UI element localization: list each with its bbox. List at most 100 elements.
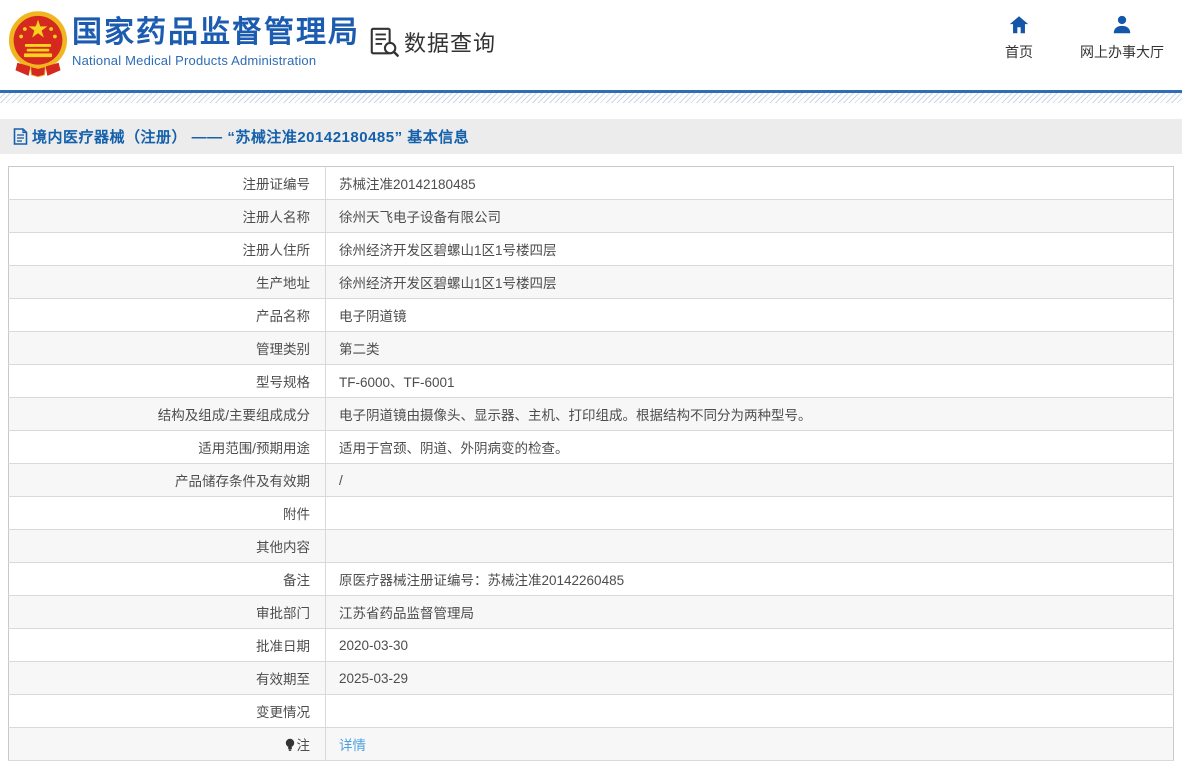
field-value <box>326 497 1174 530</box>
field-value-text: 2020-03-30 <box>339 638 408 653</box>
table-row: 注册人住所 徐州经济开发区碧螺山1区1号楼四层 <box>9 233 1174 266</box>
field-label: 适用范围/预期用途 <box>9 431 326 464</box>
field-label: 附件 <box>9 497 326 530</box>
header-divider-stripe <box>0 90 1182 103</box>
field-value: 徐州经济开发区碧螺山1区1号楼四层 <box>326 266 1174 299</box>
field-label-text: 批准日期 <box>256 639 310 654</box>
field-value-text: 电子阴道镜 <box>339 309 407 324</box>
field-value: 第二类 <box>326 332 1174 365</box>
table-row: 产品名称 电子阴道镜 <box>9 299 1174 332</box>
table-row: 注 详情 <box>9 728 1174 761</box>
field-value-text: 第二类 <box>339 342 380 357</box>
field-value <box>326 530 1174 563</box>
page-title: 境内医疗器械（注册） —— “苏械注准20142180485” 基本信息 <box>32 126 469 147</box>
field-label-text: 注册人名称 <box>243 210 311 225</box>
field-value-text: 徐州天飞电子设备有限公司 <box>339 210 501 225</box>
field-label: 型号规格 <box>9 365 326 398</box>
field-label-text: 注册人住所 <box>243 243 311 258</box>
nav-item-home[interactable]: 首页 <box>992 14 1046 62</box>
org-title-block: 国家药品监督管理局 National Medical Products Admi… <box>72 16 360 68</box>
field-value: / <box>326 464 1174 497</box>
field-label-text: 生产地址 <box>256 276 310 291</box>
table-row: 其他内容 <box>9 530 1174 563</box>
field-label-text: 产品储存条件及有效期 <box>175 474 310 489</box>
field-value-text: 徐州经济开发区碧螺山1区1号楼四层 <box>339 276 557 291</box>
page-header: 国家药品监督管理局 National Medical Products Admi… <box>0 0 1182 90</box>
table-row: 注册证编号 苏械注准20142180485 <box>9 167 1174 200</box>
document-search-icon <box>368 26 400 58</box>
field-label: 变更情况 <box>9 695 326 728</box>
nav-item-service-hall[interactable]: 网上办事大厅 <box>1080 14 1164 62</box>
data-query-label: 数据查询 <box>404 26 496 58</box>
field-value: 详情 <box>326 728 1174 761</box>
field-label: 注册人住所 <box>9 233 326 266</box>
table-row: 注册人名称 徐州天飞电子设备有限公司 <box>9 200 1174 233</box>
field-value-text: 适用于宫颈、阴道、外阴病变的检查。 <box>339 441 569 456</box>
field-label: 审批部门 <box>9 596 326 629</box>
org-name-cn: 国家药品监督管理局 <box>72 16 360 49</box>
field-value-text: / <box>339 473 343 488</box>
field-value: 2025-03-29 <box>326 662 1174 695</box>
field-label: 注册人名称 <box>9 200 326 233</box>
field-label-text: 附件 <box>283 507 310 522</box>
field-value: 徐州经济开发区碧螺山1区1号楼四层 <box>326 233 1174 266</box>
field-value-text: TF-6000、TF-6001 <box>339 375 455 390</box>
table-row: 变更情况 <box>9 695 1174 728</box>
field-label-text: 注 <box>297 738 311 753</box>
table-row: 生产地址 徐州经济开发区碧螺山1区1号楼四层 <box>9 266 1174 299</box>
field-value-text: 苏械注准20142180485 <box>339 177 476 192</box>
field-value: 电子阴道镜由摄像头、显示器、主机、打印组成。根据结构不同分为两种型号。 <box>326 398 1174 431</box>
field-label: 产品名称 <box>9 299 326 332</box>
data-query-section[interactable]: 数据查询 <box>368 26 496 58</box>
national-emblem-logo <box>8 8 68 80</box>
table-row: 附件 <box>9 497 1174 530</box>
bulb-icon <box>285 738 295 755</box>
field-label-text: 型号规格 <box>256 375 310 390</box>
field-value: 2020-03-30 <box>326 629 1174 662</box>
nav-service-hall-label: 网上办事大厅 <box>1080 42 1164 62</box>
field-label: 其他内容 <box>9 530 326 563</box>
table-row: 产品储存条件及有效期 / <box>9 464 1174 497</box>
field-value-text: 原医疗器械注册证编号：苏械注准20142260485 <box>339 573 624 588</box>
field-label-text: 管理类别 <box>256 342 310 357</box>
field-label: 备注 <box>9 563 326 596</box>
field-value: 适用于宫颈、阴道、外阴病变的检查。 <box>326 431 1174 464</box>
field-value: 电子阴道镜 <box>326 299 1174 332</box>
field-value: 江苏省药品监督管理局 <box>326 596 1174 629</box>
table-row: 结构及组成/主要组成成分 电子阴道镜由摄像头、显示器、主机、打印组成。根据结构不… <box>9 398 1174 431</box>
field-value: 徐州天飞电子设备有限公司 <box>326 200 1174 233</box>
field-label-text: 适用范围/预期用途 <box>198 441 310 456</box>
field-value-text: 电子阴道镜由摄像头、显示器、主机、打印组成。根据结构不同分为两种型号。 <box>339 408 812 423</box>
field-value-text: 江苏省药品监督管理局 <box>339 606 474 621</box>
field-label-text: 有效期至 <box>256 672 310 687</box>
field-value: TF-6000、TF-6001 <box>326 365 1174 398</box>
top-nav: 首页 网上办事大厅 <box>992 14 1164 62</box>
field-label-text: 产品名称 <box>256 309 310 324</box>
field-value-text: 2025-03-29 <box>339 671 408 686</box>
table-row: 型号规格 TF-6000、TF-6001 <box>9 365 1174 398</box>
page-title-bar: 境内医疗器械（注册） —— “苏械注准20142180485” 基本信息 <box>0 119 1182 154</box>
field-label-text: 结构及组成/主要组成成分 <box>158 408 310 423</box>
field-value-text: 徐州经济开发区碧螺山1区1号楼四层 <box>339 243 557 258</box>
field-label: 有效期至 <box>9 662 326 695</box>
nav-home-label: 首页 <box>1005 42 1033 62</box>
field-label-text: 审批部门 <box>256 606 310 621</box>
field-label: 批准日期 <box>9 629 326 662</box>
field-label-text: 注册证编号 <box>243 177 311 192</box>
field-label: 注册证编号 <box>9 167 326 200</box>
detail-link[interactable]: 详情 <box>339 738 366 753</box>
field-label-text: 变更情况 <box>256 705 310 720</box>
field-label: 注 <box>9 728 326 761</box>
field-label: 生产地址 <box>9 266 326 299</box>
field-label-text: 其他内容 <box>256 540 310 555</box>
table-row: 批准日期 2020-03-30 <box>9 629 1174 662</box>
table-row: 管理类别 第二类 <box>9 332 1174 365</box>
home-icon <box>1008 14 1030 36</box>
field-value: 苏械注准20142180485 <box>326 167 1174 200</box>
table-row: 审批部门 江苏省药品监督管理局 <box>9 596 1174 629</box>
registration-info-table: 注册证编号 苏械注准20142180485 注册人名称 徐州天飞电子设备有限公司… <box>8 166 1174 761</box>
field-label: 结构及组成/主要组成成分 <box>9 398 326 431</box>
user-icon <box>1111 14 1133 36</box>
document-icon <box>13 128 28 145</box>
table-row: 有效期至 2025-03-29 <box>9 662 1174 695</box>
